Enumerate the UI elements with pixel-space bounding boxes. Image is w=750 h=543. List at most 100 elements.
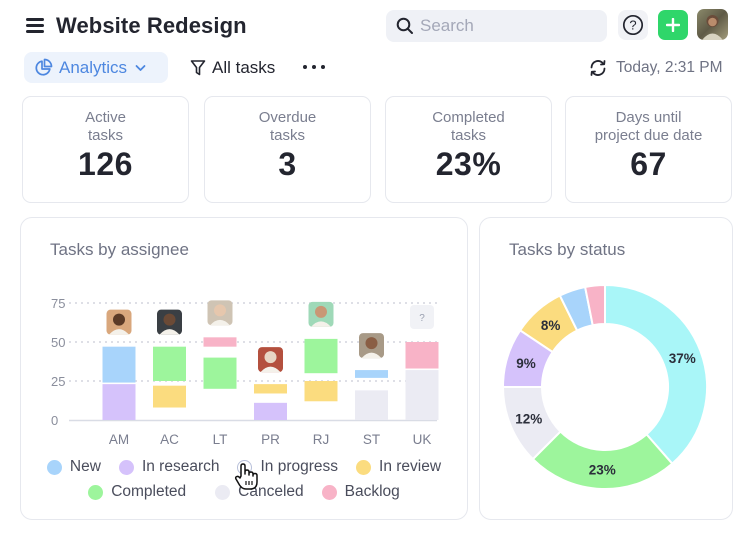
assignee-avatar[interactable] [207, 300, 233, 326]
more-dots-icon-dot [321, 65, 325, 69]
hand-pointer-cursor-icon [234, 463, 258, 490]
kpi-value: 67 [630, 146, 667, 182]
refresh-button[interactable]: Today, 2:31 PM [588, 52, 723, 83]
bar-segment-backlog[interactable] [405, 342, 439, 369]
donut-slice-label: 12% [515, 412, 542, 427]
view-selector-dropdown[interactable]: Analytics [24, 52, 168, 83]
kpi-value: 23% [435, 146, 502, 182]
legend-item-completed[interactable]: Completed [88, 483, 186, 501]
help-label: ? [629, 18, 636, 33]
legend-dot [118, 459, 134, 475]
kpi-completed-tasks: Completed tasks 23% [385, 96, 552, 203]
donut-slice-label: 37% [669, 351, 696, 366]
donut-slice-label: 9% [516, 356, 536, 371]
legend-label: Completed [111, 483, 187, 500]
pie-chart-icon [35, 58, 53, 76]
bar-group-pr[interactable] [254, 384, 287, 420]
donut-slice-label: 23% [589, 462, 616, 477]
more-dots-icon-dot [312, 65, 316, 69]
bar-segment-backlog[interactable] [203, 337, 237, 347]
donut-slice-completed[interactable] [531, 430, 674, 490]
bar-segment-completed[interactable] [304, 338, 338, 374]
toolbar: Analytics All tasks Today, 2:31 PM [0, 52, 750, 84]
bar-group-rj[interactable] [304, 338, 338, 402]
more-options-button[interactable] [303, 58, 325, 76]
kpi-label-line: tasks [450, 127, 486, 144]
search-input[interactable] [420, 10, 600, 42]
assignee-avatar[interactable] [157, 309, 182, 335]
legend-dot [88, 484, 104, 500]
unknown-avatar-label: ? [419, 313, 425, 324]
y-tick-label: 50 [51, 335, 65, 350]
view-selector-label: Analytics [59, 57, 128, 77]
bar-group-st[interactable] [355, 370, 388, 420]
kpi-label-line: Active [85, 109, 126, 126]
assignee-avatar[interactable] [359, 333, 384, 359]
top-bar: Website Redesign ? [0, 0, 750, 50]
legend-label: New [69, 458, 101, 475]
bar-segment-in-review[interactable] [153, 385, 186, 408]
bar-segment-new[interactable] [102, 346, 136, 383]
tasks-by-status-card: Tasks by status 37% 23% 12% 9% 8% [479, 217, 733, 520]
donut-slice-label: 8% [541, 318, 561, 333]
assignee-avatar[interactable] [106, 309, 132, 335]
legend-dot [215, 484, 231, 500]
bar-segment-in-research[interactable] [102, 384, 136, 420]
x-tick-label: ST [363, 432, 380, 447]
user-avatar[interactable] [697, 9, 728, 40]
x-tick-label: PR [261, 432, 280, 447]
bar-segment-completed[interactable] [203, 357, 237, 389]
search-box[interactable] [386, 10, 607, 42]
y-tick-label: 25 [51, 374, 65, 389]
bar-segment-canceled[interactable] [355, 390, 388, 420]
bar-group-ac[interactable] [153, 346, 186, 408]
kpi-label-line: tasks [269, 127, 305, 144]
kpi-label-line: Overdue [258, 109, 317, 126]
kpi-value: 126 [78, 146, 133, 182]
bar-group-am[interactable] [102, 346, 136, 420]
bar-group-uk[interactable] [405, 342, 439, 420]
unassigned-avatar[interactable]: ? [410, 305, 434, 329]
search-icon [396, 17, 413, 34]
bar-group-lt[interactable] [203, 337, 237, 389]
kpi-overdue-tasks: Overdue tasks 3 [204, 96, 371, 203]
kpi-label: Completed tasks [386, 109, 551, 145]
kpi-label-line: Days until [615, 109, 682, 126]
donut-slice-in-progress[interactable] [604, 283, 708, 466]
add-button[interactable] [658, 10, 688, 40]
page-title: Website Redesign [56, 13, 247, 38]
kpi-days-until-due: Days until project due date 67 [565, 96, 732, 203]
legend-item-in-research[interactable]: In research [118, 458, 220, 476]
legend-label: In progress [260, 458, 339, 475]
filter-button[interactable]: All tasks [190, 52, 275, 83]
x-tick-label: RJ [313, 432, 330, 447]
kpi-label: Overdue tasks [205, 109, 370, 145]
kpi-label: Active tasks [23, 109, 188, 145]
user-avatar-photo [702, 15, 723, 40]
bar-segment-canceled[interactable] [405, 370, 439, 420]
kpi-label-line: Completed [432, 109, 505, 126]
filter-icon [190, 59, 206, 75]
legend-label: In research [141, 458, 220, 475]
bar-segment-new[interactable] [355, 370, 388, 378]
legend-label: Backlog [344, 483, 400, 500]
x-tick-label: UK [413, 432, 432, 447]
y-tick-label: 0 [51, 413, 58, 428]
legend-item-in-review[interactable]: In review [356, 458, 441, 476]
x-tick-label: LT [213, 432, 228, 447]
help-button[interactable]: ? [618, 10, 648, 40]
assignee-avatar[interactable] [308, 301, 334, 327]
bar-segment-in-review[interactable] [304, 381, 338, 402]
kpi-label-line: project due date [594, 127, 703, 144]
kpi-label-line: tasks [87, 127, 123, 144]
legend-item-backlog[interactable]: Backlog [321, 483, 400, 501]
legend-dot [321, 484, 337, 500]
hamburger-menu-icon[interactable] [26, 18, 44, 33]
kpi-value: 3 [278, 146, 297, 182]
bar-segment-in-research[interactable] [254, 402, 287, 420]
bar-segment-completed[interactable] [153, 346, 186, 381]
x-tick-label: AC [160, 432, 179, 447]
assignee-avatar[interactable] [258, 347, 283, 373]
bar-segment-in-review[interactable] [254, 384, 287, 394]
legend-item-new[interactable]: New [46, 458, 101, 476]
